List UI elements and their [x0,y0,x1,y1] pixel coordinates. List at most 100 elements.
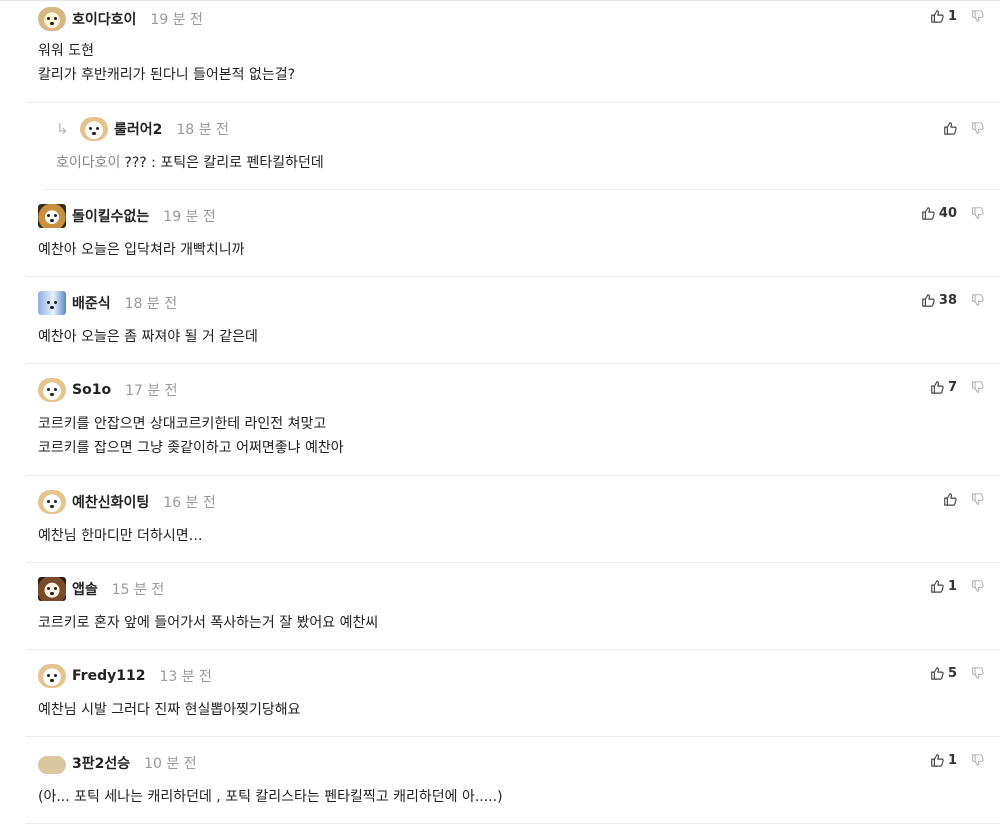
comment-text: 워워 도현 칼리가 후반캐리가 된다니 들어본적 없는걸? [38,39,295,87]
author-name[interactable]: 앱솔 [72,579,98,599]
upvote-button[interactable]: 5 [930,666,971,681]
author-name[interactable]: 배준식 [72,293,111,313]
vote-area: 7 [930,376,984,398]
avatar[interactable] [38,378,66,402]
upvote-count: 1 [947,578,957,594]
thumbs-down-icon[interactable] [971,579,984,593]
avatar[interactable] [38,577,66,601]
avatar[interactable] [38,755,66,774]
author-name[interactable]: 호이다호이 [72,9,136,29]
avatar[interactable] [38,7,66,31]
thumbs-down-icon[interactable] [971,206,984,220]
upvote-count: 40 [938,205,957,221]
avatar[interactable] [38,664,66,688]
upvote-count: 5 [947,665,957,681]
avatar[interactable] [38,291,66,315]
thumbs-down-icon[interactable] [971,753,984,767]
upvote-button[interactable]: 1 [930,753,971,768]
thumbs-up-icon [931,580,944,593]
thumbs-down-icon[interactable] [971,380,984,394]
comment-item: 돌이킬수없는 19 분 전 예찬아 오늘은 입닥쳐라 개빡치니까 40 [26,190,1000,277]
comment-header: 돌이킬수없는 19 분 전 [38,202,216,230]
vote-area [943,488,984,510]
author-name[interactable]: 예찬신화이팅 [72,492,149,512]
comment-header: 앱솔 15 분 전 [38,575,164,603]
reply-item: ↳ 룰러어2 18 분 전 호이다호이??? : 포틱은 칼리로 펜타킬하던데 [44,103,1000,190]
author-name[interactable]: 돌이킬수없는 [72,206,149,226]
comment-header: 배준식 18 분 전 [38,289,177,317]
comment-header: 예찬신화이팅 16 분 전 [38,488,216,516]
vote-area [943,117,984,139]
thumbs-up-icon [931,381,944,394]
comment-line: 예찬님 한마디만 더하시면… [38,528,203,544]
upvote-count: 38 [938,292,957,308]
thumbs-up-icon [944,122,957,135]
comment-item: So1o 17 분 전 코르키를 안잡으면 상대코르키한테 라인전 쳐맞고 코르… [26,364,1000,476]
vote-area: 38 [921,289,984,311]
comment-line: 예찬님 시발 그러다 진짜 현실뽑아찢기당해요 [38,702,301,718]
comment-text: 코르키를 안잡으면 상대코르키한테 라인전 쳐맞고 코르키를 잡으면 그냥 좆같… [38,412,344,460]
thumbs-down-icon[interactable] [971,492,984,506]
reply-arrow-icon: ↳ [56,120,69,138]
upvote-button[interactable]: 40 [921,206,971,221]
vote-area: 1 [930,5,984,27]
upvote-count: 1 [947,8,957,24]
vote-area: 5 [930,662,984,684]
avatar[interactable] [38,490,66,514]
vote-area: 1 [930,575,984,597]
timestamp: 10 분 전 [144,756,197,772]
timestamp: 15 분 전 [111,582,165,598]
comment-item: 예찬신화이팅 16 분 전 예찬님 한마디만 더하시면… [26,476,1000,563]
comment-line: 예찬아 오늘은 좀 짜져야 될 거 같은데 [38,329,258,345]
upvote-button[interactable]: 1 [930,579,971,594]
upvote-button[interactable]: 7 [930,380,971,395]
thumbs-up-icon [931,754,944,767]
thumbs-down-icon[interactable] [971,9,984,23]
comment-header: 3판2선승 10 분 전 [38,749,197,777]
author-name[interactable]: 룰러어2 [114,119,162,139]
comment-header: ↳ 룰러어2 18 분 전 [56,115,229,143]
timestamp: 19 분 전 [150,12,203,28]
author-name[interactable]: Fredy112 [72,668,145,684]
comment-item: 앱솔 15 분 전 코르키로 혼자 앞에 들어가서 폭사하는거 잘 봤어요 예찬… [26,563,1000,650]
upvote-button[interactable]: 1 [930,9,971,24]
thumbs-up-icon [931,667,944,680]
timestamp: 19 분 전 [163,209,216,225]
timestamp: 16 분 전 [163,495,216,511]
mention-link[interactable]: 호이다호이 [56,155,120,171]
avatar[interactable] [38,204,66,228]
comment-text: 예찬님 한마디만 더하시면… [38,524,203,548]
comment-text: (아... 포틱 세나는 캐리하던데 , 포틱 칼리스타는 펜타킬찍고 캐리하던… [38,785,503,809]
upvote-button[interactable] [943,492,971,506]
comment-text: 호이다호이??? : 포틱은 칼리로 펜타킬하던데 [56,151,324,175]
thumbs-down-icon[interactable] [971,293,984,307]
comment-line: 코르키를 안잡으면 상대코르키한테 라인전 쳐맞고 [38,416,327,432]
comment-item: 호이다호이 19 분 전 워워 도현 칼리가 후반캐리가 된다니 들어본적 없는… [26,1,1000,103]
author-name[interactable]: So1o [72,382,111,398]
thumbs-down-icon[interactable] [971,121,984,135]
comment-text: 코르키로 혼자 앞에 들어가서 폭사하는거 잘 봤어요 예찬씨 [38,611,378,635]
comment-text: 예찬아 오늘은 좀 짜져야 될 거 같은데 [38,325,258,349]
comment-line: 예찬아 오늘은 입닥쳐라 개빡치니까 [38,242,245,258]
upvote-button[interactable]: 38 [921,293,971,308]
comment-line: (아... 포틱 세나는 캐리하던데 , 포틱 칼리스타는 펜타킬찍고 캐리하던… [38,789,503,805]
upvote-button[interactable] [943,121,971,135]
vote-area: 40 [921,202,984,224]
vote-area: 1 [930,749,984,771]
avatar[interactable] [80,117,108,141]
timestamp: 17 분 전 [125,383,178,399]
thumbs-up-icon [922,207,935,220]
comment-line: ??? : 포틱은 칼리로 펜타킬하던데 [124,155,324,171]
upvote-count: 1 [947,752,957,768]
comment-item: 배준식 18 분 전 예찬아 오늘은 좀 짜져야 될 거 같은데 38 [26,277,1000,364]
comment-line: 코르키로 혼자 앞에 들어가서 폭사하는거 잘 봤어요 예찬씨 [38,615,379,631]
timestamp: 18 분 전 [176,122,229,138]
comment-text: 예찬아 오늘은 입닥쳐라 개빡치니까 [38,238,245,262]
thumbs-up-icon [922,294,935,307]
author-name[interactable]: 3판2선승 [72,753,130,773]
timestamp: 13 분 전 [159,669,212,685]
comment-item: 3판2선승 10 분 전 (아... 포틱 세나는 캐리하던데 , 포틱 칼리스… [26,737,1000,824]
upvote-count: 7 [947,379,957,395]
comment-list: 호이다호이 19 분 전 워워 도현 칼리가 후반캐리가 된다니 들어본적 없는… [0,0,1000,824]
thumbs-down-icon[interactable] [971,666,984,680]
